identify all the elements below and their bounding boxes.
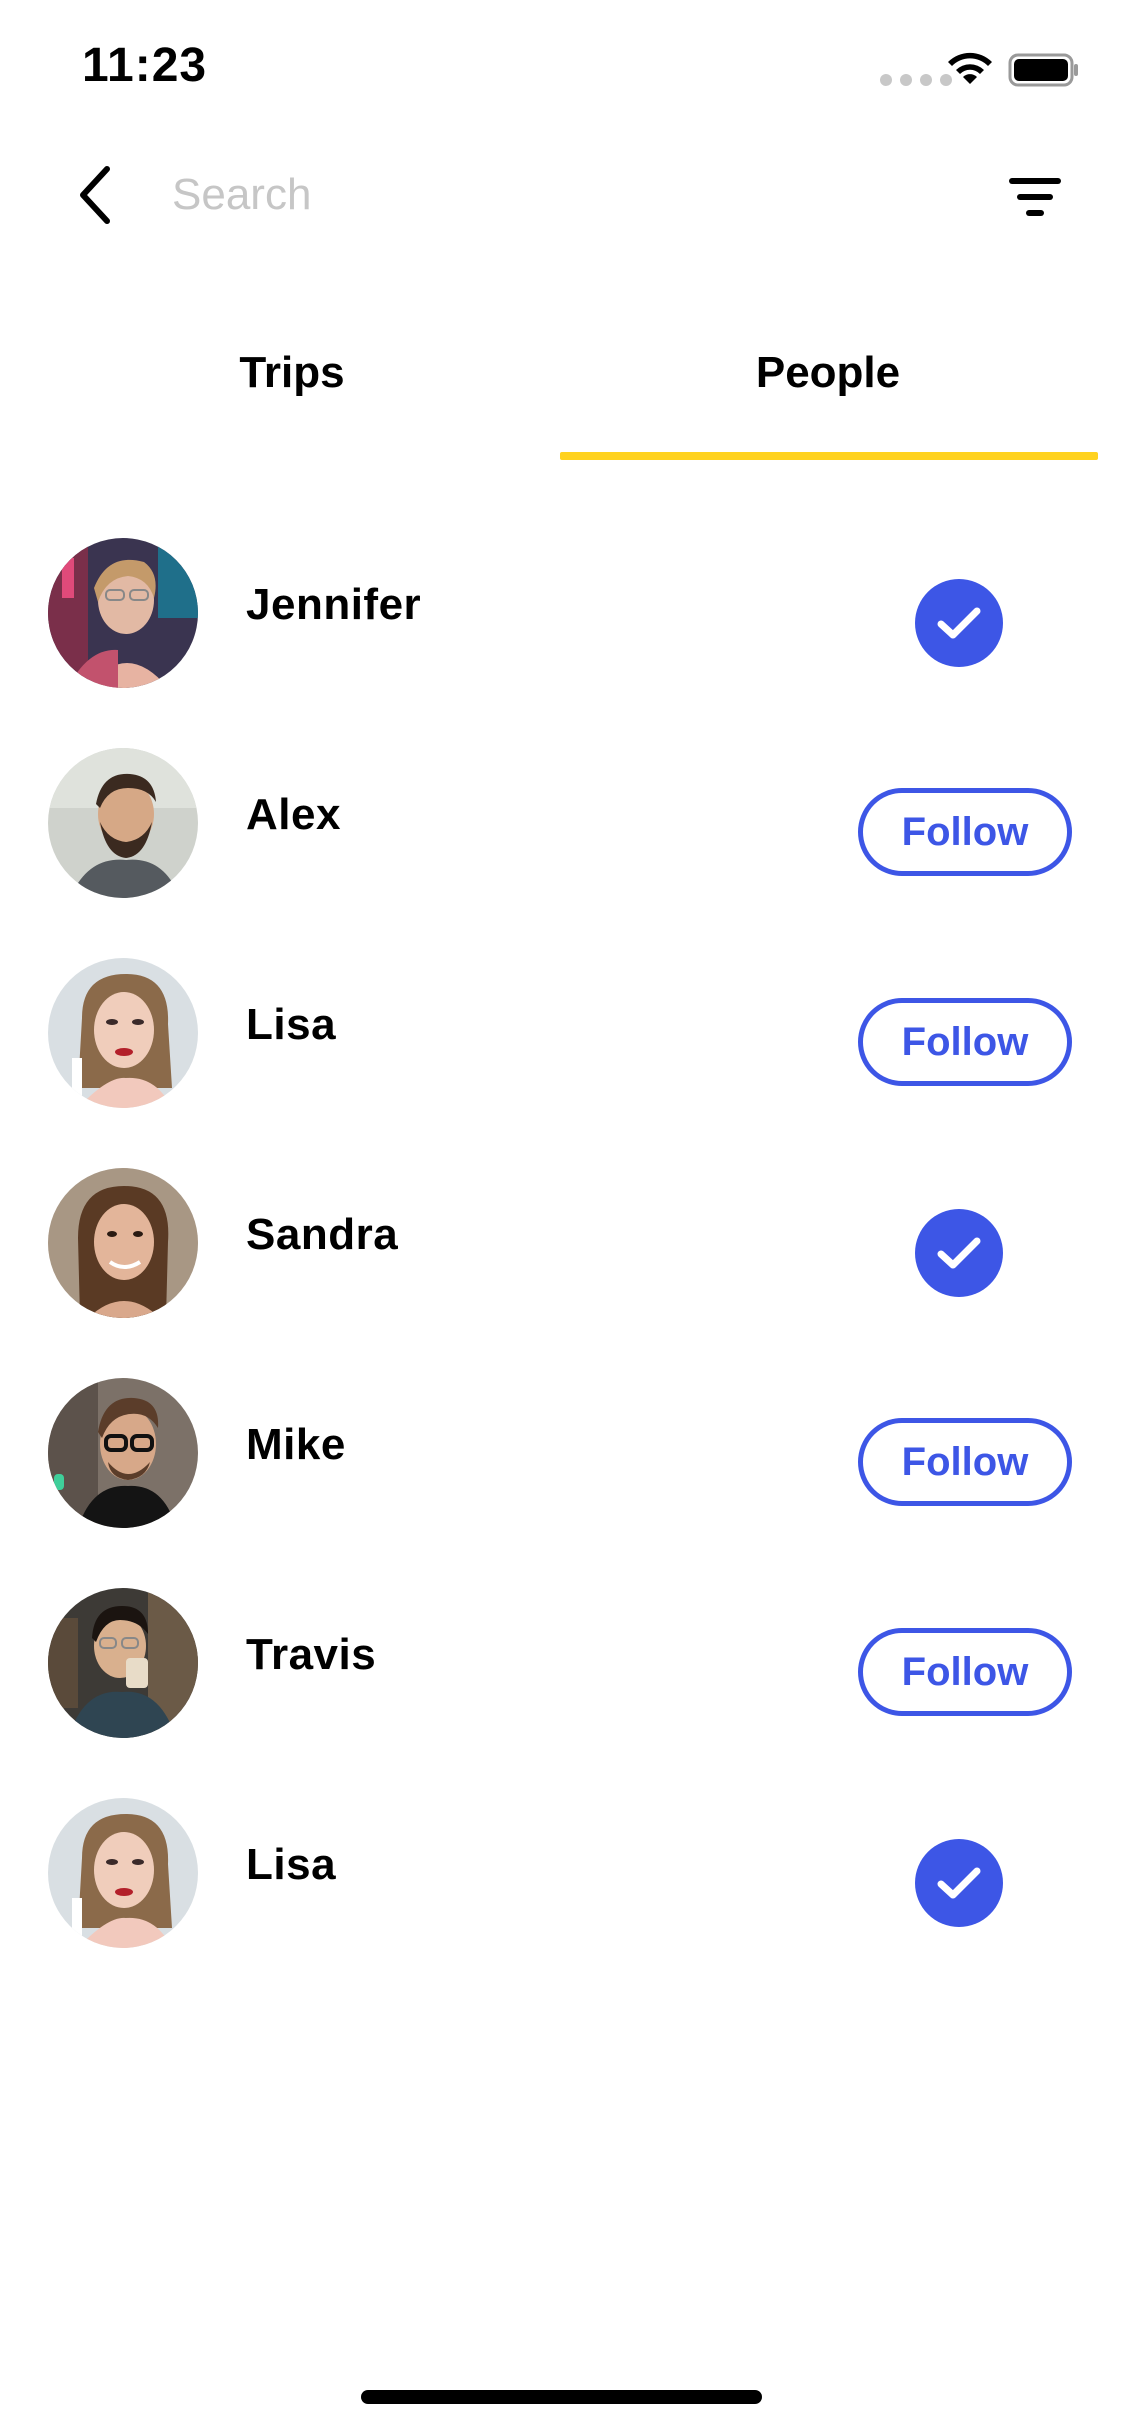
followed-check-button[interactable] <box>915 1839 1003 1927</box>
list-item[interactable]: Sandra <box>0 1160 1125 1370</box>
followed-check-button[interactable] <box>915 579 1003 667</box>
filter-icon <box>1009 178 1061 216</box>
avatar-image <box>48 538 198 688</box>
list-item[interactable]: Jennifer <box>0 530 1125 740</box>
list-item[interactable]: Travis Follow <box>0 1580 1125 1790</box>
avatar[interactable] <box>48 538 198 688</box>
person-name: Lisa <box>246 1000 337 1049</box>
avatar[interactable] <box>48 748 198 898</box>
search-header <box>0 140 1125 250</box>
follow-button[interactable]: Follow <box>858 788 1072 876</box>
avatar-image <box>48 1168 198 1318</box>
list-item[interactable]: Lisa Follow <box>0 950 1125 1160</box>
avatar[interactable] <box>48 1798 198 1948</box>
avatar-image <box>48 748 198 898</box>
person-name: Alex <box>246 790 341 839</box>
list-item[interactable]: Mike Follow <box>0 1370 1125 1580</box>
avatar-image <box>48 1588 198 1738</box>
person-name: Lisa <box>246 1840 337 1889</box>
check-icon <box>937 1237 981 1269</box>
avatar-image <box>48 1798 198 1948</box>
active-tab-indicator <box>560 452 1098 460</box>
chevron-left-icon <box>80 166 110 224</box>
cellular-signal-icon <box>880 74 952 86</box>
person-name: Mike <box>246 1420 346 1469</box>
filter-button[interactable] <box>1005 170 1075 224</box>
back-button[interactable] <box>60 160 130 230</box>
screen: 11:23 Search Trips People Jennifer Alex … <box>0 0 1125 2436</box>
wifi-icon <box>948 52 992 84</box>
avatar[interactable] <box>48 958 198 1108</box>
list-item[interactable]: Lisa <box>0 1790 1125 2000</box>
avatar[interactable] <box>48 1168 198 1318</box>
home-indicator[interactable] <box>361 2390 762 2404</box>
follow-button[interactable]: Follow <box>858 1418 1072 1506</box>
person-name: Sandra <box>246 1210 399 1259</box>
avatar-image <box>48 958 198 1108</box>
tab-people[interactable]: People <box>558 330 1098 460</box>
people-list: Jennifer Alex Follow Lisa Follow Sandra … <box>0 530 1125 2000</box>
followed-check-button[interactable] <box>915 1209 1003 1297</box>
person-name: Travis <box>246 1630 377 1679</box>
avatar[interactable] <box>48 1588 198 1738</box>
search-input[interactable] <box>172 162 952 228</box>
follow-button[interactable]: Follow <box>858 998 1072 1086</box>
battery-icon <box>1008 53 1078 87</box>
status-bar: 11:23 <box>0 0 1125 140</box>
list-item[interactable]: Alex Follow <box>0 740 1125 950</box>
tab-trips-label: Trips <box>239 348 345 397</box>
status-time: 11:23 <box>82 39 208 92</box>
check-icon <box>937 607 981 639</box>
tab-people-label: People <box>755 348 901 397</box>
avatar-image <box>48 1378 198 1528</box>
follow-button[interactable]: Follow <box>858 1628 1072 1716</box>
check-icon <box>937 1867 981 1899</box>
avatar[interactable] <box>48 1378 198 1528</box>
tab-bar: Trips People <box>0 330 1125 460</box>
person-name: Jennifer <box>246 580 422 629</box>
tab-trips[interactable]: Trips <box>22 330 562 460</box>
